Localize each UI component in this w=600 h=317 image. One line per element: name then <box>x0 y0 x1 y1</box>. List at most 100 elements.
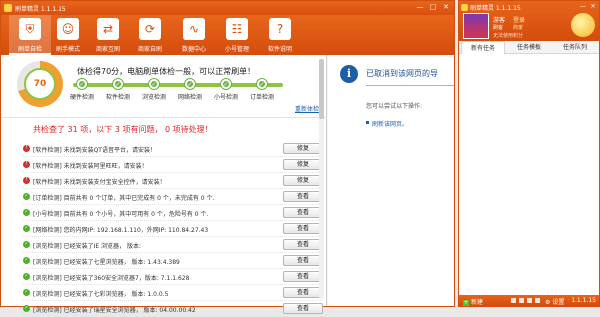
tab-label: 软件说明 <box>267 46 292 53</box>
view-button[interactable]: 查看 <box>283 271 323 282</box>
close-button[interactable]: ✕ <box>589 2 597 11</box>
app-logo-icon <box>461 4 468 11</box>
repair-button[interactable]: 修复 <box>283 175 323 186</box>
maximize-button[interactable]: □ <box>428 3 438 12</box>
tab-self-check[interactable]: ⛨ 刷单自检 <box>9 15 51 55</box>
check-icon: ✓ <box>149 79 159 89</box>
stop-icon[interactable] <box>535 298 540 303</box>
list-item: ! [软件检测] 未找到安装QT语音平台，请安装！ 修复 <box>23 141 323 157</box>
ok-icon: ✓ <box>23 305 30 312</box>
summary-text: 共检查了 31 项，以下 3 项有问题， 0 项待处理！ <box>33 125 213 134</box>
step-hardware: ✓ 硬件检测 <box>65 79 99 101</box>
tab-new-tasks[interactable]: 新有任务 <box>461 41 505 54</box>
step-label: 小号检测 <box>213 94 238 101</box>
app-logo-icon <box>4 4 12 12</box>
title-bar[interactable]: 刷单精灵 1.1.1.15 — □ ✕ <box>1 1 454 15</box>
result-list: ! [软件检测] 未找到安装QT语音平台，请安装！ 修复 ! [软件检测] 未找… <box>23 141 323 317</box>
result-text: [订单检测] 目前共有 0 个订单，其中已完成有 0 个，未完成有 0 个. <box>33 195 215 202</box>
list-item: ✓ [浏览检测] 已经安装了IE 浏览器， 版本: 查看 <box>23 237 323 253</box>
view-button[interactable]: 查看 <box>283 239 323 250</box>
gear-icon: ⚙ <box>545 299 551 306</box>
chart-icon: ∿ <box>183 18 205 40</box>
tab-label: 商家互刷 <box>95 46 120 53</box>
tab-task-queue[interactable]: 任务队列 <box>553 41 597 54</box>
login-link[interactable]: 登录 <box>513 15 525 24</box>
check-icon: ✓ <box>257 79 267 89</box>
username: 游客 <box>493 17 506 24</box>
minimize-button[interactable]: — <box>579 2 587 11</box>
view-button[interactable]: 查看 <box>283 255 323 266</box>
tab-account-manage[interactable]: ☷ 小号管理 <box>216 15 258 55</box>
view-button[interactable]: 查看 <box>283 191 323 202</box>
mini-window-controls: — ✕ <box>579 2 597 11</box>
repair-button[interactable]: 修复 <box>283 159 323 170</box>
error-icon: ! <box>23 145 30 152</box>
user-icon: ☺ <box>57 18 79 40</box>
list-item: ! [软件检测] 未找到安装支付宝安全控件，请安装！ 修复 <box>23 173 323 189</box>
view-button[interactable]: 查看 <box>283 223 323 234</box>
tab-task-templates[interactable]: 任务模板 <box>507 41 551 54</box>
view-button[interactable]: 查看 <box>283 207 323 218</box>
recheck-link[interactable]: 重新体检 <box>295 104 319 113</box>
result-scrollbar[interactable] <box>319 59 324 299</box>
error-title: 已取消到该网页的导 <box>366 69 438 78</box>
list-item: ! [软件检测] 未找到安装阿里旺旺，请安装！ 修复 <box>23 157 323 173</box>
list-item: ✓ [浏览检测] 已经安装了七星浏览器， 版本: 1.43.4.389 查看 <box>23 253 323 269</box>
ok-icon: ✓ <box>23 193 30 200</box>
score-value: 70 <box>24 68 56 100</box>
version-label: 1.1.1.15 <box>571 297 596 304</box>
step-network: ✓ 网络检测 <box>173 79 207 101</box>
view-button[interactable]: 查看 <box>283 303 323 314</box>
tab-brusher-mode[interactable]: ☺ 刷手模式 <box>47 15 89 55</box>
minimize-button[interactable]: — <box>415 3 425 12</box>
list-item: ✓ [浏览检测] 已经安装了七彩浏览器， 版本: 1.0.0.5 查看 <box>23 285 323 301</box>
new-label: 新建 <box>471 299 484 306</box>
result-text: [浏览检测] 已经安装了七星浏览器， 版本: 1.43.4.389 <box>33 259 180 266</box>
tab-merchant-mutual[interactable]: ⇄ 商家互刷 <box>87 15 129 55</box>
score-text: 体检得70分，电脑刷单体检一般，可以正常刷单！ <box>77 67 256 76</box>
import-icon[interactable] <box>511 298 516 303</box>
scrollbar-thumb[interactable] <box>319 59 324 119</box>
export-icon[interactable] <box>519 298 524 303</box>
tab-label: 商家自刷 <box>137 46 162 53</box>
role-merchant: 商家 <box>513 25 524 31</box>
tab-data-center[interactable]: ∿ 数据中心 <box>173 15 215 55</box>
tab-label: 数据中心 <box>181 46 206 53</box>
view-button[interactable]: 查看 <box>283 287 323 298</box>
new-task-button[interactable]: + 新建 <box>463 297 483 306</box>
step-label: 浏览检测 <box>141 94 166 101</box>
close-button[interactable]: ✕ <box>441 3 451 12</box>
avatar[interactable] <box>463 13 489 39</box>
mini-window-title: 刷单精灵 1.1.1.15 <box>470 5 521 12</box>
result-text: [小号检测] 目前共有 0 个小号，其中可用有 0 个，危险号有 0 个. <box>33 211 209 218</box>
sun-icon <box>571 13 595 37</box>
ok-icon: ✓ <box>23 225 30 232</box>
ok-icon: ✓ <box>23 241 30 248</box>
check-icon: ✓ <box>221 79 231 89</box>
shield-icon: ⛨ <box>19 18 41 40</box>
score-gauge: 70 <box>17 61 63 107</box>
list-item: ✓ [小号检测] 目前共有 0 个小号，其中可用有 0 个，危险号有 0 个. … <box>23 205 323 221</box>
tab-merchant-self[interactable]: ⟳ 商家自刷 <box>129 15 171 55</box>
step-software: ✓ 软件检测 <box>101 79 135 101</box>
settings-button[interactable]: ⚙ 设置 <box>545 297 564 306</box>
refresh-page-link[interactable]: 刷新该网页。 <box>372 119 408 128</box>
step-label: 网络检测 <box>177 94 202 101</box>
self-check-panel: 70 体检得70分，电脑刷单体检一般，可以正常刷单！ ✓ 硬件检测 ✓ 软件检测… <box>1 55 327 317</box>
ok-icon: ✓ <box>23 273 30 280</box>
ok-icon: ✓ <box>23 209 30 216</box>
mini-window: 刷单精灵 1.1.1.15 — ✕ 游客 登录 刷客 商家 无法使用积分 新有任… <box>458 0 600 307</box>
info-icon: i <box>340 65 358 83</box>
check-steps: ✓ 硬件检测 ✓ 软件检测 ✓ 浏览检测 ✓ 网络检测 ✓ 小号检测 ✓ 订单检… <box>65 79 295 103</box>
main-window: 刷单精灵 1.1.1.15 — □ ✕ ⛨ 刷单自检 ☺ 刷手模式 ⇄ 商家互刷… <box>0 0 455 317</box>
mini-header[interactable]: 刷单精灵 1.1.1.15 — ✕ 游客 登录 刷客 商家 无法使用积分 <box>459 1 599 41</box>
refresh-icon: ⟳ <box>139 18 161 40</box>
plus-icon: + <box>463 299 469 306</box>
check-icon: ✓ <box>113 79 123 89</box>
play-icon[interactable] <box>527 298 532 303</box>
tab-help[interactable]: ? 软件说明 <box>259 15 301 55</box>
window-title: 刷单精灵 1.1.1.15 <box>15 6 66 13</box>
step-orders: ✓ 订单检测 <box>245 79 279 101</box>
list-item: ✓ [订单检测] 目前共有 0 个订单，其中已完成有 0 个，未完成有 0 个.… <box>23 189 323 205</box>
repair-button[interactable]: 修复 <box>283 143 323 154</box>
